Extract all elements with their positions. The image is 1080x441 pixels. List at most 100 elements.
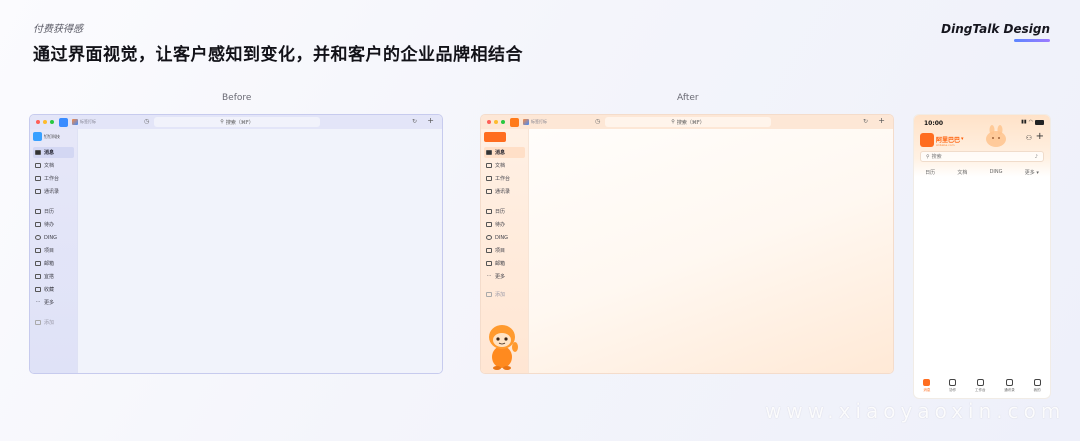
tab-ding[interactable]: DING [990, 169, 1003, 176]
search-input[interactable]: ⚲ 搜索（⌘F） [605, 117, 771, 127]
mascot-illustration [489, 325, 518, 370]
minimize-window-button[interactable] [43, 120, 47, 124]
close-window-button[interactable] [36, 120, 40, 124]
org-logo-icon [484, 132, 506, 142]
close-window-button[interactable] [487, 120, 491, 124]
more-icon: ··· [35, 299, 41, 305]
sidebar: 钉钉科技 消息 文档 工作台 通讯录 日历 待办 DING 项目 邮箱 宜搭 收… [30, 129, 77, 373]
bottom-tab-me[interactable]: 我的 [1033, 379, 1041, 393]
window-titlebar: 标签打标 ◷ ⚲ 搜索（⌘F） ↻ + [481, 115, 893, 129]
battery-icon [1035, 119, 1044, 125]
org-switcher[interactable]: 钉钉科技 [33, 132, 60, 141]
org-name: 钉钉科技 [44, 133, 60, 139]
project-icon [35, 248, 41, 253]
search-icon: ⚲ [926, 153, 930, 160]
tag-icon [72, 119, 78, 125]
search-input[interactable]: ⚲ 搜索（⌘F） [154, 117, 320, 127]
refresh-icon[interactable]: ↻ [863, 118, 868, 125]
sidebar-item-messages[interactable]: 消息 [484, 147, 525, 158]
maximize-window-button[interactable] [50, 120, 54, 124]
calendar-icon [35, 209, 41, 214]
after-caption: After [677, 93, 699, 103]
tab-calendar[interactable]: 日历 [925, 169, 935, 176]
tag-icon [523, 119, 529, 125]
sidebar-item-mail[interactable]: 邮箱 [484, 258, 525, 269]
sidebar-item-messages[interactable]: 消息 [33, 147, 74, 158]
sidebar-item-calendar[interactable]: 日历 [33, 206, 74, 217]
clock-icon[interactable]: ◷ [595, 118, 600, 125]
tag-label: 标签打标 [531, 119, 547, 124]
mobile-header: 10:00 ▮▮ ◠ 阿里巴巴 ▾ Alibaba.com ⚇ + ⚲ 搜索 ♪ [914, 115, 1050, 177]
bottom-tab-collab[interactable]: 协作 [949, 379, 957, 393]
before-caption: Before [222, 93, 252, 103]
app-avatar-icon[interactable] [510, 117, 519, 127]
project-icon [486, 248, 492, 253]
tab-docs[interactable]: 文档 [957, 169, 967, 176]
mail-icon [486, 261, 492, 266]
sidebar-item-docs[interactable]: 文档 [484, 160, 525, 171]
add-icon[interactable]: + [1036, 131, 1044, 142]
mascot-illustration [986, 125, 1006, 147]
org-logo-icon[interactable] [920, 133, 934, 147]
sidebar-item-project[interactable]: 项目 [484, 245, 525, 256]
calendar-icon [486, 209, 492, 214]
sidebar-item-ding[interactable]: DING [484, 232, 525, 243]
bottom-tab-messages[interactable]: 消息 [923, 379, 931, 393]
grid-icon [976, 379, 984, 386]
label-tag[interactable]: 标签打标 [523, 119, 547, 125]
search-input[interactable]: ⚲ 搜索 ♪ [920, 151, 1044, 162]
org-switcher[interactable] [484, 132, 508, 142]
message-icon [923, 379, 931, 386]
new-button[interactable]: + [427, 116, 434, 125]
favorite-icon [35, 287, 41, 292]
yida-icon [35, 274, 41, 279]
sidebar: 消息 文档 工作台 通讯录 日历 待办 DING 项目 邮箱 ··· 更多 添加 [481, 129, 528, 373]
sidebar-item-contacts[interactable]: 通讯录 [33, 186, 74, 197]
contacts-icon [486, 189, 492, 194]
mic-icon[interactable]: ♪ [1035, 154, 1038, 160]
sidebar-item-calendar[interactable]: 日历 [484, 206, 525, 217]
sidebar-item-mail[interactable]: 邮箱 [33, 258, 74, 269]
sidebar-item-todo[interactable]: 待办 [33, 219, 74, 230]
search-placeholder: 搜索（⌘F） [676, 119, 705, 126]
tab-more[interactable]: 更多 ▾ [1025, 169, 1039, 176]
wifi-icon: ◠ [1028, 119, 1033, 125]
bottom-tab-workbench[interactable]: 工作台 [975, 379, 985, 393]
quick-tabs: 日历 文档 DING 更多 ▾ [914, 169, 1050, 176]
new-button[interactable]: + [878, 116, 885, 125]
sidebar-item-more[interactable]: ··· 更多 [33, 297, 74, 308]
after-desktop-window: 标签打标 ◷ ⚲ 搜索（⌘F） ↻ + 消息 文档 工作台 通讯录 日历 待办 … [480, 114, 894, 374]
refresh-icon[interactable]: ↻ [412, 118, 417, 125]
scan-icon[interactable]: ⚇ [1026, 134, 1032, 142]
maximize-window-button[interactable] [501, 120, 505, 124]
todo-icon [35, 222, 41, 227]
sidebar-item-workbench[interactable]: 工作台 [484, 173, 525, 184]
user-icon [1033, 379, 1041, 386]
app-avatar-icon[interactable] [59, 117, 68, 127]
clock-icon[interactable]: ◷ [144, 118, 149, 125]
sidebar-item-docs[interactable]: 文档 [33, 160, 74, 171]
grid-icon [486, 176, 492, 181]
sidebar-item-yida[interactable]: 宜搭 [33, 271, 74, 282]
watermark: www.xiaoyaoxin.com [765, 399, 1066, 423]
doc-icon [35, 163, 41, 168]
search-icon: ⚲ [220, 119, 224, 125]
minimize-window-button[interactable] [494, 120, 498, 124]
org-logo-icon [33, 132, 42, 141]
mobile-app-mockup: 10:00 ▮▮ ◠ 阿里巴巴 ▾ Alibaba.com ⚇ + ⚲ 搜索 ♪… [913, 114, 1051, 399]
bottom-tab-contacts[interactable]: 通讯录 [1004, 379, 1015, 393]
sidebar-item-project[interactable]: 项目 [33, 245, 74, 256]
signal-icon: ▮▮ [1021, 119, 1027, 125]
sidebar-item-contacts[interactable]: 通讯录 [484, 186, 525, 197]
sidebar-item-favorites[interactable]: 收藏 [33, 284, 74, 295]
chevron-down-icon[interactable]: ▾ [961, 136, 964, 142]
sidebar-item-todo[interactable]: 待办 [484, 219, 525, 230]
add-icon [35, 320, 41, 325]
sidebar-item-ding[interactable]: DING [33, 232, 74, 243]
sidebar-item-workbench[interactable]: 工作台 [33, 173, 74, 184]
section-kicker: 付费获得感 [33, 24, 83, 35]
sidebar-item-add[interactable]: 添加 [484, 289, 525, 300]
sidebar-item-add[interactable]: 添加 [33, 317, 74, 328]
label-tag[interactable]: 标签打标 [72, 119, 96, 125]
sidebar-item-more[interactable]: ··· 更多 [484, 271, 525, 282]
